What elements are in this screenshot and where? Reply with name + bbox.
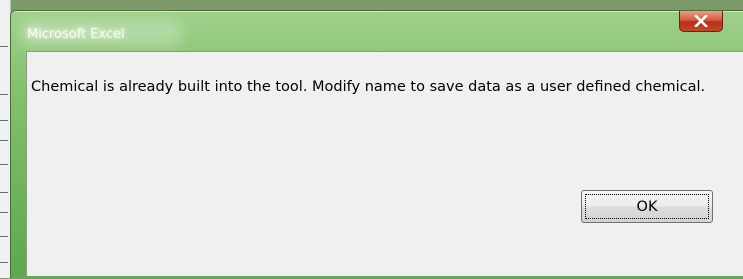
background-tick xyxy=(0,192,8,193)
background-tick xyxy=(0,212,8,213)
window-title: Microsoft Excel xyxy=(27,27,125,42)
close-button[interactable] xyxy=(679,11,723,32)
message-box-window: Microsoft Excel Chemical is already buil… xyxy=(10,10,743,279)
background-tick xyxy=(0,140,8,141)
background-tick xyxy=(0,94,8,95)
background-tick xyxy=(0,164,8,165)
background-tick xyxy=(0,120,8,121)
close-icon xyxy=(694,15,708,27)
ok-button[interactable]: OK xyxy=(581,190,713,223)
background-tick xyxy=(0,262,8,263)
title-bar[interactable]: Microsoft Excel xyxy=(11,11,743,51)
background-tick xyxy=(0,236,8,237)
background-tick xyxy=(0,46,8,47)
dialog-message: Chemical is already built into the tool.… xyxy=(31,79,706,95)
ok-button-label: OK xyxy=(636,198,658,215)
